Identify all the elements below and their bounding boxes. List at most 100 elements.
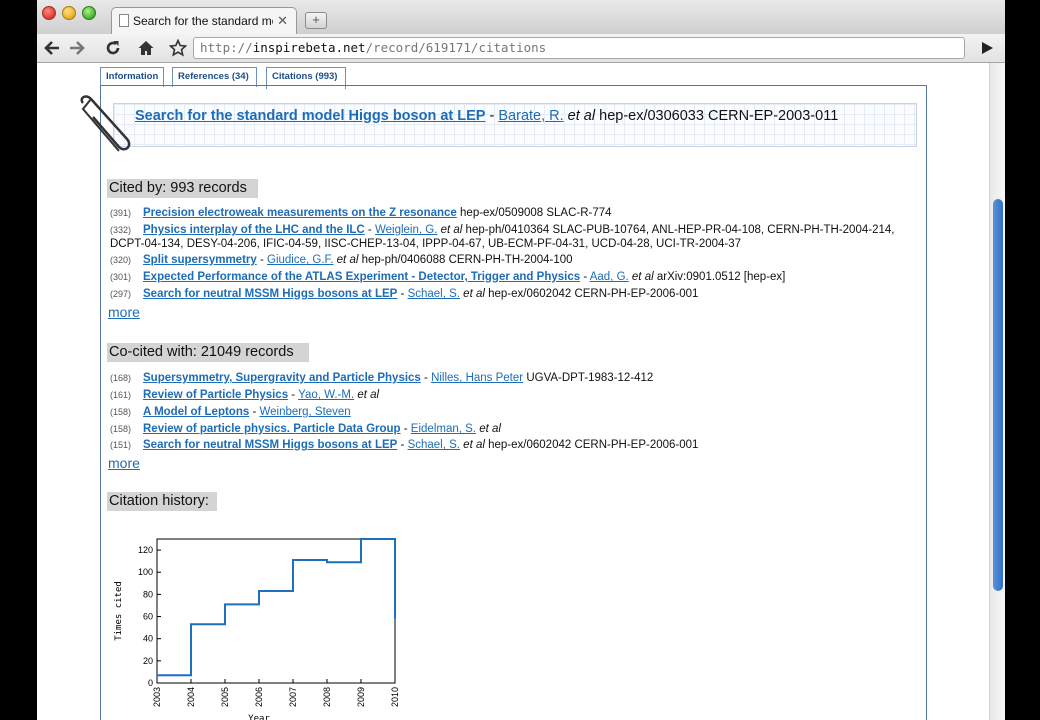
tab-information[interactable]: Information <box>100 67 164 87</box>
report-numbers: arXiv:0901.0512 [hep-ex] <box>656 271 786 283</box>
y-tick-label: 120 <box>138 545 153 555</box>
paper-title-link[interactable]: Expected Performance of the ATLAS Experi… <box>143 271 580 283</box>
et-al: et al <box>459 288 489 300</box>
reload-icon <box>106 41 120 55</box>
citation-count: (332) <box>110 225 132 235</box>
tab-references[interactable]: References (34) <box>172 67 257 87</box>
tab-title: Search for the standard mod <box>133 14 273 28</box>
close-tab-icon[interactable]: ✕ <box>277 13 288 29</box>
more-co-cited-link[interactable]: more <box>108 455 140 471</box>
author-link[interactable]: Schael, S. <box>408 439 460 451</box>
y-tick-label: 60 <box>143 612 153 622</box>
citation-count: (161) <box>110 390 132 400</box>
citation-count: (320) <box>110 255 132 265</box>
report-numbers: hep-ex/0602042 CERN-PH-EP-2006-001 <box>488 288 699 300</box>
page-menu-button[interactable] <box>975 37 999 59</box>
paper-title-link[interactable]: Split supersymmetry <box>143 254 257 266</box>
address-bar[interactable]: http://inspirebeta.net/record/619171/cit… <box>193 37 965 59</box>
paper-title-link[interactable]: Supersymmetry, Supergravity and Particle… <box>143 372 421 384</box>
more-cited-by-link[interactable]: more <box>108 304 140 320</box>
browser-window: Search for the standard mod ✕ + http://i… <box>37 0 1005 720</box>
x-tick-label: 2006 <box>254 687 264 707</box>
url-host: inspirebeta.net <box>252 40 366 55</box>
bookmark-star-button[interactable] <box>166 37 190 59</box>
paper-title-link[interactable]: Search for neutral MSSM Higgs bosons at … <box>143 288 397 300</box>
author-link[interactable]: Giudice, G.F. <box>267 254 333 266</box>
list-item: (332) Physics interplay of the LHC and th… <box>110 224 895 250</box>
y-axis-label: Times cited <box>114 581 124 641</box>
scrollbar-thumb[interactable] <box>993 199 1003 591</box>
arrow-right-icon <box>70 41 85 55</box>
paper-title-link[interactable]: Precision electroweak measurements on th… <box>143 207 457 219</box>
et-al: et al <box>563 108 600 124</box>
paper-title-link[interactable]: A Model of Leptons <box>143 406 249 418</box>
paper-title-link[interactable]: Review of particle physics. Particle Dat… <box>143 423 401 435</box>
vertical-scrollbar[interactable] <box>989 63 1005 720</box>
arrow-left-icon <box>44 41 59 55</box>
citation-count: (158) <box>110 407 132 417</box>
author-link[interactable]: Yao, W.-M. <box>298 389 354 401</box>
list-item: (168) Supersymmetry, Supergravity and Par… <box>110 372 654 384</box>
url-scheme: http:// <box>200 40 253 55</box>
list-item: (297) Search for neutral MSSM Higgs boson… <box>110 288 699 300</box>
paper-title-link[interactable]: Review of Particle Physics <box>143 389 288 401</box>
author-link[interactable]: Schael, S. <box>408 288 460 300</box>
author-link[interactable]: Aad, G. <box>590 271 629 283</box>
plot-frame <box>156 538 396 684</box>
list-item: (320) Split supersymmetry - Giudice, G.F.… <box>110 254 573 266</box>
citation-count: (158) <box>110 424 132 434</box>
report-numbers: hep-ex/0509008 SLAC-R-774 <box>456 207 612 219</box>
citation-history-header: Citation history: <box>107 492 217 511</box>
report-numbers: hep-ex/0602042 CERN-PH-EP-2006-001 <box>488 439 699 451</box>
citation-history-chart: 0 20 40 60 80 100 120 2003 2004 2005 2006 2007 2008 2… <box>114 538 400 720</box>
x-tick-label: 2009 <box>356 687 366 707</box>
record-report: hep-ex/0306033 CERN-EP-2003-011 <box>599 108 839 124</box>
list-item: (301) Expected Performance of the ATLAS E… <box>110 271 786 283</box>
zoom-window-button[interactable] <box>82 6 96 20</box>
et-al: et al <box>628 271 657 283</box>
paper-title-link[interactable]: Search for neutral MSSM Higgs bosons at … <box>143 439 397 451</box>
back-button[interactable] <box>40 37 64 59</box>
citation-count: (151) <box>110 440 132 450</box>
et-al: et al <box>459 439 489 451</box>
y-tick-label: 100 <box>138 567 153 577</box>
star-icon <box>168 38 188 57</box>
et-al: et al <box>354 389 380 401</box>
author-link[interactable]: Weiglein, G. <box>375 224 437 236</box>
record-citation: Search for the standard model Higgs boso… <box>135 108 905 125</box>
y-tick-label: 80 <box>143 589 153 599</box>
new-tab-button[interactable]: + <box>305 12 327 29</box>
report-numbers: UGVA-DPT-1983-12-412 <box>526 372 654 384</box>
home-button[interactable] <box>134 37 158 59</box>
home-icon <box>138 41 154 55</box>
x-tick-label: 2005 <box>220 687 230 707</box>
page-icon <box>119 14 129 27</box>
page-content: Information References (34) Citations (9… <box>37 63 1005 720</box>
minimize-window-button[interactable] <box>62 6 76 20</box>
list-item: (158) A Model of Leptons - Weinberg, Stev… <box>110 406 351 418</box>
list-item: (151) Search for neutral MSSM Higgs boson… <box>110 439 699 451</box>
url-text: http://inspirebeta.net/record/619171/cit… <box>200 40 546 55</box>
list-item: (158) Review of particle physics. Particl… <box>110 423 501 435</box>
cited-by-header: Cited by: 993 records <box>107 179 258 198</box>
paperclip-icon <box>80 95 131 152</box>
author-link[interactable]: Eidelman, S. <box>411 423 476 435</box>
record-author-link[interactable]: Barate, R. <box>498 108 563 124</box>
browser-tab[interactable]: Search for the standard mod ✕ <box>111 7 297 34</box>
y-tick-label: 40 <box>143 634 153 644</box>
author-link[interactable]: Nilles, Hans Peter <box>431 372 523 384</box>
co-cited-header: Co-cited with: 21049 records <box>107 343 309 362</box>
x-tick-label: 2010 <box>390 687 400 707</box>
citation-count: (301) <box>110 272 132 282</box>
reload-button[interactable] <box>101 37 125 59</box>
x-tick-label: 2007 <box>288 687 298 707</box>
x-tick-label: 2004 <box>186 687 196 707</box>
forward-button[interactable] <box>65 37 89 59</box>
url-path: /record/619171/citations <box>365 40 547 55</box>
x-axis-label: Year <box>248 714 270 720</box>
paper-title-link[interactable]: Physics interplay of the LHC and the ILC <box>143 224 365 236</box>
close-window-button[interactable] <box>42 6 56 20</box>
author-link[interactable]: Weinberg, Steven <box>260 406 351 418</box>
et-al: et al <box>437 224 466 236</box>
record-title-link[interactable]: Search for the standard model Higgs boso… <box>135 108 485 124</box>
